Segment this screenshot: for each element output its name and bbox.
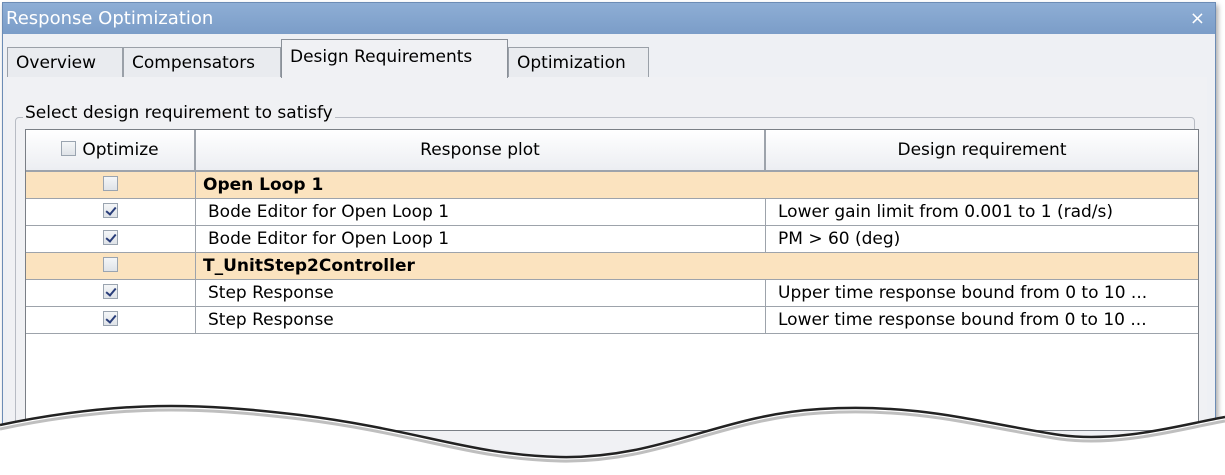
header-response-plot[interactable]: Response plot bbox=[196, 130, 766, 170]
optimize-cell bbox=[26, 253, 196, 279]
optimize-checkbox[interactable] bbox=[103, 203, 118, 218]
group-row-t-unitstep2controller[interactable]: T_UnitStep2Controller bbox=[26, 253, 1198, 280]
header-design-requirement-label: Design requirement bbox=[897, 140, 1067, 160]
header-optimize-label: Optimize bbox=[82, 140, 159, 160]
header-design-requirement[interactable]: Design requirement bbox=[766, 130, 1198, 170]
table-row[interactable]: Bode Editor for Open Loop 1 Lower gain l… bbox=[26, 199, 1198, 226]
table-row[interactable]: Bode Editor for Open Loop 1 PM > 60 (deg… bbox=[26, 226, 1198, 253]
design-requirement-cell: Lower time response bound from 0 to 10 .… bbox=[778, 310, 1147, 330]
design-requirement-cell: Upper time response bound from 0 to 10 .… bbox=[778, 283, 1148, 303]
design-requirement-cell: Lower gain limit from 0.001 to 1 (rad/s) bbox=[778, 202, 1114, 222]
optimize-checkbox[interactable] bbox=[103, 176, 118, 191]
tab-compensators[interactable]: Compensators bbox=[123, 47, 281, 77]
tab-label: Optimization bbox=[517, 53, 626, 73]
tab-overview[interactable]: Overview bbox=[7, 47, 123, 77]
requirements-table: Optimize Response plot Design requiremen… bbox=[25, 129, 1199, 431]
tab-label: Design Requirements bbox=[290, 47, 473, 67]
optimize-cell bbox=[26, 226, 196, 252]
tab-optimization[interactable]: Optimization bbox=[508, 47, 649, 77]
optimize-checkbox[interactable] bbox=[103, 230, 118, 245]
group-name: T_UnitStep2Controller bbox=[203, 256, 415, 276]
group-name: Open Loop 1 bbox=[203, 175, 324, 195]
header-response-plot-label: Response plot bbox=[420, 140, 540, 160]
tab-label: Overview bbox=[16, 53, 97, 73]
optimize-cell bbox=[26, 280, 196, 306]
torn-edge-decoration bbox=[0, 404, 1225, 475]
optimize-checkbox[interactable] bbox=[103, 284, 118, 299]
optimize-all-checkbox[interactable] bbox=[61, 141, 77, 156]
design-requirement-cell: PM > 60 (deg) bbox=[778, 229, 901, 249]
optimize-checkbox[interactable] bbox=[103, 257, 118, 272]
optimize-cell bbox=[26, 307, 196, 333]
header-optimize[interactable]: Optimize bbox=[26, 130, 196, 170]
tab-design-requirements[interactable]: Design Requirements bbox=[281, 39, 508, 78]
response-plot-cell: Bode Editor for Open Loop 1 bbox=[196, 199, 766, 225]
optimize-checkbox[interactable] bbox=[103, 311, 118, 326]
response-plot-cell: Bode Editor for Open Loop 1 bbox=[196, 226, 766, 252]
table-row[interactable]: Step Response Lower time response bound … bbox=[26, 307, 1198, 334]
group-legend: Select design requirement to satisfy bbox=[23, 103, 335, 123]
table-row[interactable]: Step Response Upper time response bound … bbox=[26, 280, 1198, 307]
close-icon[interactable]: × bbox=[1190, 3, 1205, 34]
title-bar[interactable]: Response Optimization × bbox=[3, 3, 1215, 34]
group-row-open-loop-1[interactable]: Open Loop 1 bbox=[26, 172, 1198, 199]
response-plot-cell: Step Response bbox=[196, 280, 766, 306]
tab-bar: Overview Compensators Design Requirement… bbox=[7, 39, 1207, 78]
optimize-cell bbox=[26, 199, 196, 225]
table-header: Optimize Response plot Design requiremen… bbox=[26, 130, 1198, 172]
tab-label: Compensators bbox=[132, 53, 256, 73]
response-plot-cell: Step Response bbox=[196, 307, 766, 333]
optimize-cell bbox=[26, 172, 196, 198]
window-title: Response Optimization bbox=[6, 8, 214, 29]
